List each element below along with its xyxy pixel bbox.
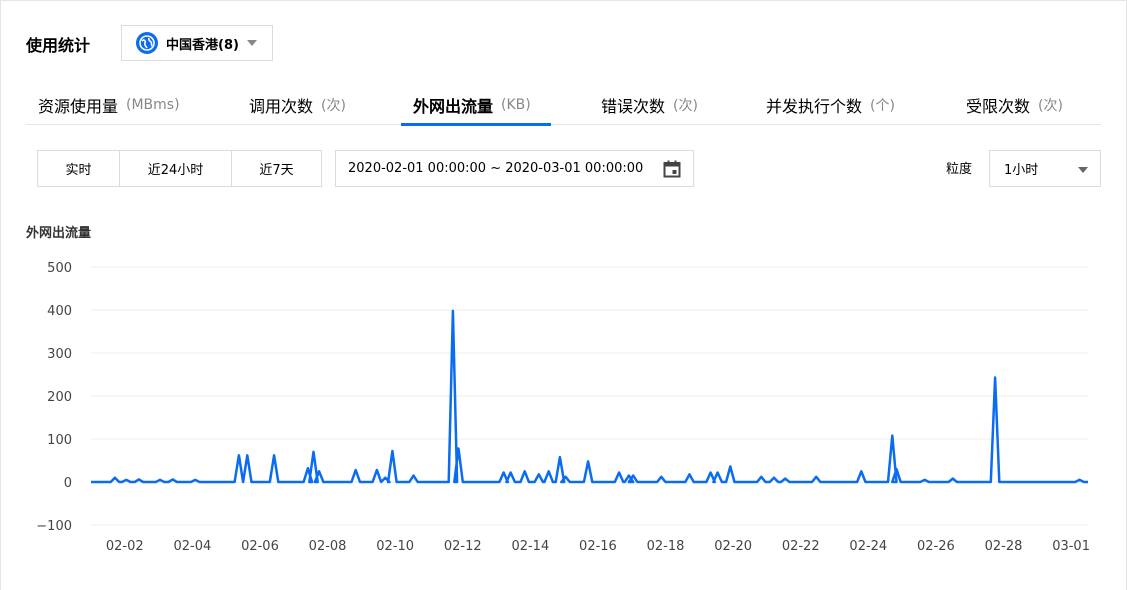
page-title: 使用统计 — [26, 36, 91, 55]
tab-unit: (个) — [870, 97, 895, 114]
x-tick-label: 02-22 — [782, 539, 820, 554]
x-tick-label: 02-26 — [917, 539, 955, 554]
region-selector[interactable]: 中国香港(8) — [121, 25, 273, 61]
date-range-value: 2020-02-01 00:00:00 ~ 2020-03-01 00:00:0… — [348, 161, 644, 176]
granularity-value: 1小时 — [1004, 163, 1039, 178]
x-tick-label: 02-08 — [309, 539, 347, 554]
tab-unit: (次) — [1038, 97, 1063, 114]
caret-down-icon — [1078, 167, 1088, 173]
last-24h-button[interactable]: 近24小时 — [120, 151, 232, 186]
tab-label: 并发执行个数 — [766, 96, 863, 116]
last-7d-button[interactable]: 近7天 — [232, 151, 321, 186]
region-label: 中国香港(8) — [166, 37, 239, 53]
y-tick-label: 400 — [47, 304, 72, 319]
x-tick-label: 02-04 — [173, 539, 211, 554]
calendar-icon — [663, 160, 681, 182]
tab-label: 受限次数 — [966, 96, 1031, 116]
tab-throttled[interactable]: 受限次数 (次) — [966, 84, 1063, 125]
granularity-label: 粒度 — [946, 162, 973, 177]
date-range-picker[interactable]: 2020-02-01 00:00:00 ~ 2020-03-01 00:00:0… — [335, 150, 694, 187]
x-tick-label: 02-24 — [849, 539, 887, 554]
granularity-select[interactable]: 1小时 — [989, 150, 1101, 187]
x-tick-label: 02-14 — [511, 539, 549, 554]
time-range-buttons: 实时 近24小时 近7天 — [37, 150, 322, 187]
tab-label: 调用次数 — [249, 96, 314, 116]
y-tick-label: 500 — [47, 261, 72, 276]
tab-unit: (MBms) — [126, 96, 180, 113]
x-tick-label: 02-12 — [444, 539, 482, 554]
outbound-traffic-chart: 500 400 300 200 100 0 −100 02-02 02-04 02-06 02-0… — [36, 261, 1090, 554]
tab-unit: (KB) — [501, 96, 531, 113]
tab-unit: (次) — [321, 97, 346, 114]
globe-icon — [136, 32, 158, 54]
metric-tabs: 资源使用量 (MBms) 调用次数 (次) 外网出流量 (KB) 错误次数 (次… — [26, 84, 1101, 126]
tab-label: 错误次数 — [601, 96, 666, 116]
y-tick-label: 100 — [47, 433, 72, 448]
y-tick-label: 0 — [64, 476, 72, 491]
tab-invocations[interactable]: 调用次数 (次) — [249, 84, 346, 125]
x-tick-label: 02-16 — [579, 539, 617, 554]
tab-errors[interactable]: 错误次数 (次) — [601, 84, 698, 125]
x-tick-label: 02-28 — [985, 539, 1023, 554]
chart-title: 外网出流量 — [26, 226, 92, 241]
x-tick-label: 02-06 — [241, 539, 279, 554]
tab-label: 外网出流量 — [413, 96, 494, 116]
tab-label: 资源使用量 — [38, 96, 119, 116]
x-tick-label: 02-02 — [106, 539, 144, 554]
y-tick-label: 200 — [47, 390, 72, 405]
x-tick-label: 03-01 — [1052, 539, 1090, 554]
tab-unit: (次) — [673, 97, 698, 114]
x-tick-label: 02-20 — [714, 539, 752, 554]
tab-concurrency[interactable]: 并发执行个数 (个) — [766, 84, 895, 125]
caret-down-icon — [246, 40, 257, 46]
tab-resource-usage[interactable]: 资源使用量 (MBms) — [38, 84, 180, 125]
tab-outbound-traffic[interactable]: 外网出流量 (KB) — [401, 84, 551, 126]
realtime-button[interactable]: 实时 — [38, 151, 120, 186]
x-tick-label: 02-18 — [647, 539, 685, 554]
x-tick-label: 02-10 — [376, 539, 414, 554]
y-tick-label: −100 — [36, 519, 72, 534]
panel-top-border — [0, 0, 1127, 1]
y-tick-label: 300 — [47, 347, 72, 362]
